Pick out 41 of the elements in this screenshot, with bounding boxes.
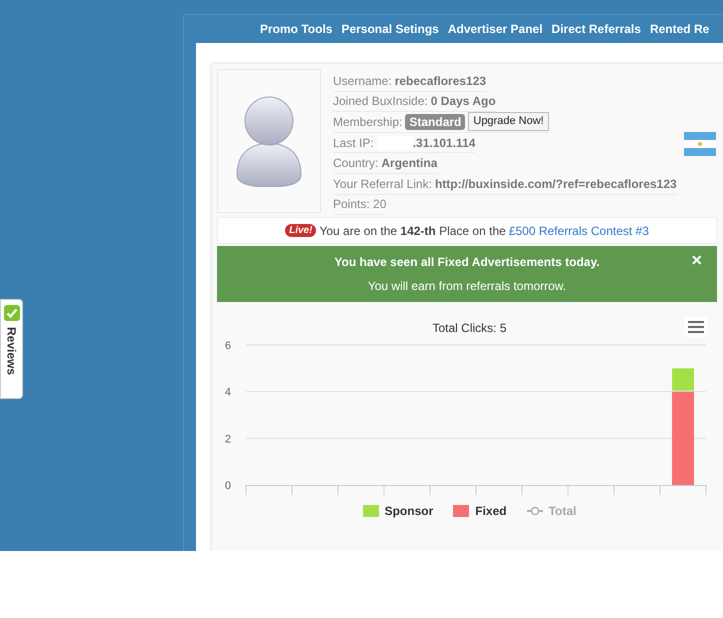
checkmark-icon — [4, 305, 20, 321]
y-tick-label: 4 — [224, 386, 231, 399]
alert-message: You will earn from referrals tomorrow. — [368, 278, 566, 296]
nav-link[interactable]: Promo Tools — [260, 20, 332, 38]
chart-title: Total Clicks: 5 — [431, 320, 508, 338]
field-value: Argentina — [381, 155, 438, 172]
nav-link[interactable]: Personal Setings — [341, 20, 439, 38]
y-tick-label: 2 — [224, 434, 231, 446]
membership-badge: Standard — [405, 114, 466, 130]
nav-link[interactable]: Rented Re — [650, 20, 710, 38]
alert-message: You have seen all Fixed Advertisements today. — [334, 254, 600, 272]
y-tick-label: 6 — [224, 340, 231, 352]
field-label: Country: — [333, 155, 378, 172]
legend-swatch — [362, 505, 379, 518]
legend-label[interactable]: Total — [548, 502, 576, 520]
legend-swatch — [453, 505, 470, 518]
live-badge: Live! — [285, 224, 316, 238]
field-value: 0 Days Ago — [430, 93, 496, 110]
field-label: Joined BuxInside: — [333, 93, 428, 110]
menu-button[interactable] — [685, 317, 707, 338]
flag-icon — [684, 132, 716, 156]
field-label: Your Referral Link: — [333, 176, 432, 193]
y-tick-label: 0 — [224, 480, 231, 492]
legend-label[interactable]: Fixed — [475, 502, 507, 520]
field-value: http://buxinside.com/?ref=rebecaflores123 — [434, 176, 677, 193]
nav-link[interactable]: Advertiser Panel — [448, 20, 543, 38]
legend-label[interactable]: Sponsor — [384, 502, 434, 520]
contest-text: You are on the 142-th Place on the — [319, 222, 506, 240]
field-label: Points: 20 — [333, 196, 386, 214]
line-symbol-icon — [526, 506, 543, 516]
user-avatar-icon — [235, 95, 303, 187]
field-label: Membership: — [333, 114, 402, 131]
upgrade-button[interactable]: Upgrade Now! — [468, 112, 549, 132]
field-label: Username: — [333, 72, 392, 90]
field-label: Last IP: — [333, 134, 374, 152]
nav-link[interactable]: Direct Referrals — [552, 20, 641, 38]
field-value: rebecaflores123 — [394, 72, 486, 90]
close-button[interactable]: × — [691, 251, 702, 270]
field-value: .31.101.114 — [412, 134, 476, 152]
contest-link[interactable]: £500 Referrals Contest #3 — [508, 222, 649, 240]
reviews-tab[interactable]: Reviews — [0, 299, 23, 399]
